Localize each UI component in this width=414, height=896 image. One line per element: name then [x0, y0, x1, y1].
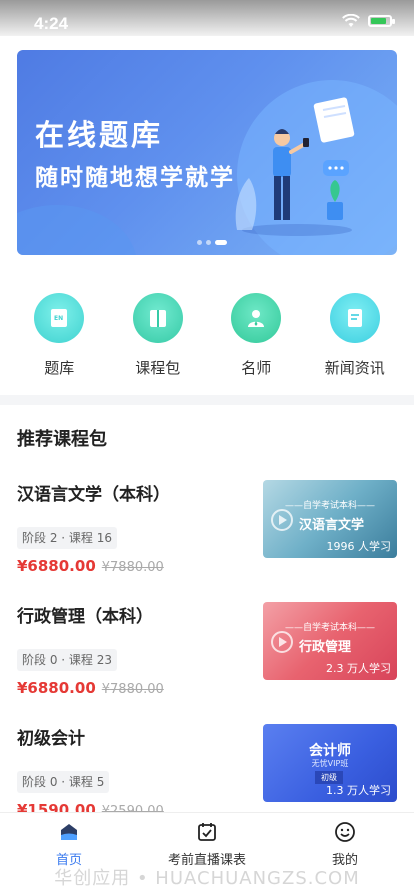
nav-icon-circle [329, 293, 380, 343]
section-divider [0, 395, 414, 405]
status-time: 4:24 [34, 14, 69, 33]
thumb-subtitle: 无忧VIP班 [311, 759, 349, 768]
thumb-learner-count: 2.3 万人学习 [326, 662, 391, 675]
banner-title: 在线题库 [35, 118, 164, 152]
course-old-price: ¥7880.00 [101, 682, 164, 697]
nav-question-bank[interactable]: EN 题库 [14, 293, 104, 378]
carousel-dot [206, 240, 211, 245]
course-card[interactable]: 行政管理（本科） 阶段 0 · 课程 23 ¥6880.00 ¥7880.00 … [0, 602, 414, 722]
nav-label: 名师 [241, 359, 272, 377]
thumb-title: 汉语言文学 [299, 518, 365, 533]
thumb-learner-count: 1996 人学习 [326, 540, 392, 553]
course-thumbnail[interactable]: ——自学考试本科—— 汉语言文学 1996 人学习 [263, 480, 397, 558]
folder-icon [149, 310, 166, 327]
quick-nav: EN 题库 课程包 名师 新闻资讯 [0, 293, 414, 378]
calendar-check-icon [198, 823, 216, 841]
thumb-learner-count: 1.3 万人学习 [326, 784, 391, 797]
carousel-dot-active [215, 240, 227, 245]
thumb-title: 会计师 [309, 743, 351, 759]
news-icon [347, 309, 362, 327]
section-title: 推荐课程包 [17, 429, 107, 450]
svg-text:EN: EN [54, 315, 63, 322]
nav-label: 新闻资讯 [324, 359, 385, 377]
thumb-title: 行政管理 [299, 640, 352, 655]
teacher-icon [248, 310, 265, 327]
nav-course-package[interactable]: 课程包 [113, 293, 203, 378]
price-row: ¥6880.00 ¥7880.00 [17, 557, 164, 575]
course-name: 汉语言文学（本科） [17, 485, 170, 505]
watermark: 华创应用 • HUACHUANGZS.COM [54, 868, 360, 889]
status-icons [342, 14, 395, 28]
banner-carousel[interactable]: 在线题库 随时随地想学就学 [17, 50, 397, 255]
nav-label: 课程包 [135, 359, 181, 377]
course-meta: 阶段 0 · 课程 23 [17, 649, 117, 671]
banner-subtitle: 随时随地想学就学 [35, 165, 235, 191]
course-price: ¥6880.00 [17, 557, 96, 575]
course-meta: 阶段 0 · 课程 5 [17, 771, 110, 793]
book-en-icon: EN [51, 309, 68, 327]
carousel-indicator [197, 240, 227, 245]
course-meta: 阶段 2 · 课程 16 [17, 527, 117, 549]
status-bar: 4:24 [0, 0, 414, 36]
nav-news[interactable]: 新闻资讯 [310, 293, 400, 378]
play-icon [271, 509, 293, 531]
home-icon [61, 824, 77, 840]
smiley-icon [335, 822, 355, 842]
carousel-dot [197, 240, 202, 245]
nav-icon-circle [132, 293, 183, 343]
banner-decoration [17, 205, 137, 255]
course-thumbnail[interactable]: ——自学考试本科—— 行政管理 2.3 万人学习 [263, 602, 397, 680]
nav-teachers[interactable]: 名师 [211, 293, 301, 378]
course-price: ¥6880.00 [17, 679, 96, 697]
course-card[interactable]: 汉语言文学（本科） 阶段 2 · 课程 16 ¥6880.00 ¥7880.00… [0, 480, 414, 600]
course-old-price: ¥7880.00 [101, 560, 164, 575]
nav-label: 题库 [44, 359, 75, 377]
play-icon [271, 631, 293, 653]
course-thumbnail[interactable]: 会计师 无忧VIP班 初级 1.3 万人学习 [263, 724, 397, 802]
wifi-icon [342, 14, 360, 27]
price-row: ¥6880.00 ¥7880.00 [17, 679, 164, 697]
course-name: 行政管理（本科） [17, 607, 153, 627]
battery-icon [368, 15, 395, 27]
banner-illustration [235, 97, 355, 236]
nav-icon-circle: EN [34, 293, 85, 343]
nav-icon-circle [231, 293, 282, 343]
course-name: 初级会计 [17, 729, 85, 749]
